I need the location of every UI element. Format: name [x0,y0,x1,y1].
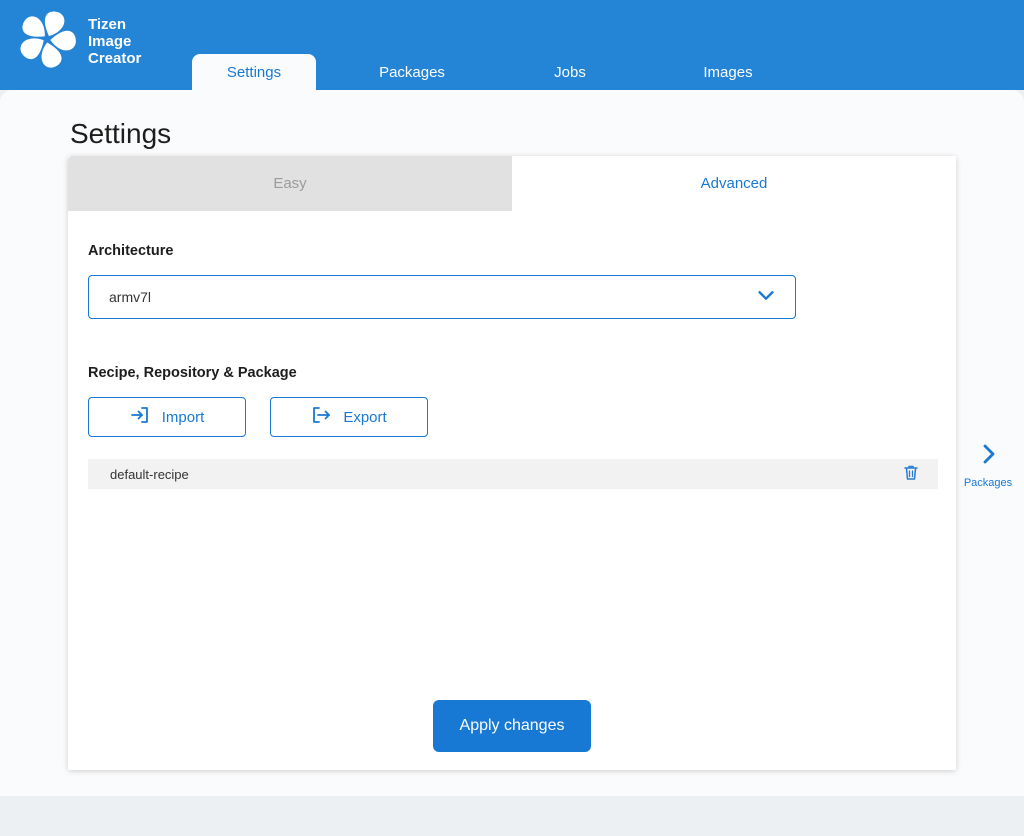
export-button[interactable]: Export [270,397,428,437]
trash-icon [903,464,919,484]
delete-recipe-button[interactable] [898,461,924,487]
main-content: Settings Easy Advanced Architecture armv… [0,90,1024,796]
recipe-list-item: default-recipe [88,459,938,489]
mode-tab-bar: Easy Advanced [68,156,956,211]
main-nav: Settings Packages Jobs Images [192,54,790,90]
architecture-selected-value: armv7l [109,289,755,305]
import-export-row: Import Export [88,397,938,437]
brand-logo[interactable]: Tizen Image Creator [16,8,141,75]
architecture-select[interactable]: armv7l [88,275,796,319]
recipe-section-label: Recipe, Repository & Package [88,365,938,381]
brand-title: Tizen Image Creator [88,16,141,67]
page-background-strip [0,796,1024,836]
tizen-pinwheel-icon [16,8,78,75]
packages-panel-label: Packages [962,477,1014,489]
recipe-name: default-recipe [110,467,898,482]
recipe-list: default-recipe [88,459,938,489]
app-header: Tizen Image Creator Settings Packages Jo… [0,0,1024,90]
nav-tab-settings[interactable]: Settings [192,54,316,90]
nav-tab-jobs[interactable]: Jobs [508,54,632,90]
import-button-label: Import [162,409,205,426]
export-button-label: Export [343,409,386,426]
card-body: Architecture armv7l Recipe, Repository &… [68,211,956,489]
tab-advanced[interactable]: Advanced [512,156,956,211]
settings-card: Easy Advanced Architecture armv7l Recipe… [68,156,956,770]
chevron-right-icon [976,453,1000,470]
packages-panel-toggle[interactable]: Packages [962,442,1014,489]
export-icon [311,405,331,429]
nav-tab-images[interactable]: Images [666,54,790,90]
apply-changes-button[interactable]: Apply changes [433,700,591,752]
architecture-label: Architecture [88,243,938,259]
nav-tab-packages[interactable]: Packages [350,54,474,90]
chevron-down-icon [755,284,777,311]
page-title: Settings [70,118,171,150]
import-icon [130,405,150,429]
tab-easy[interactable]: Easy [68,156,512,211]
import-button[interactable]: Import [88,397,246,437]
